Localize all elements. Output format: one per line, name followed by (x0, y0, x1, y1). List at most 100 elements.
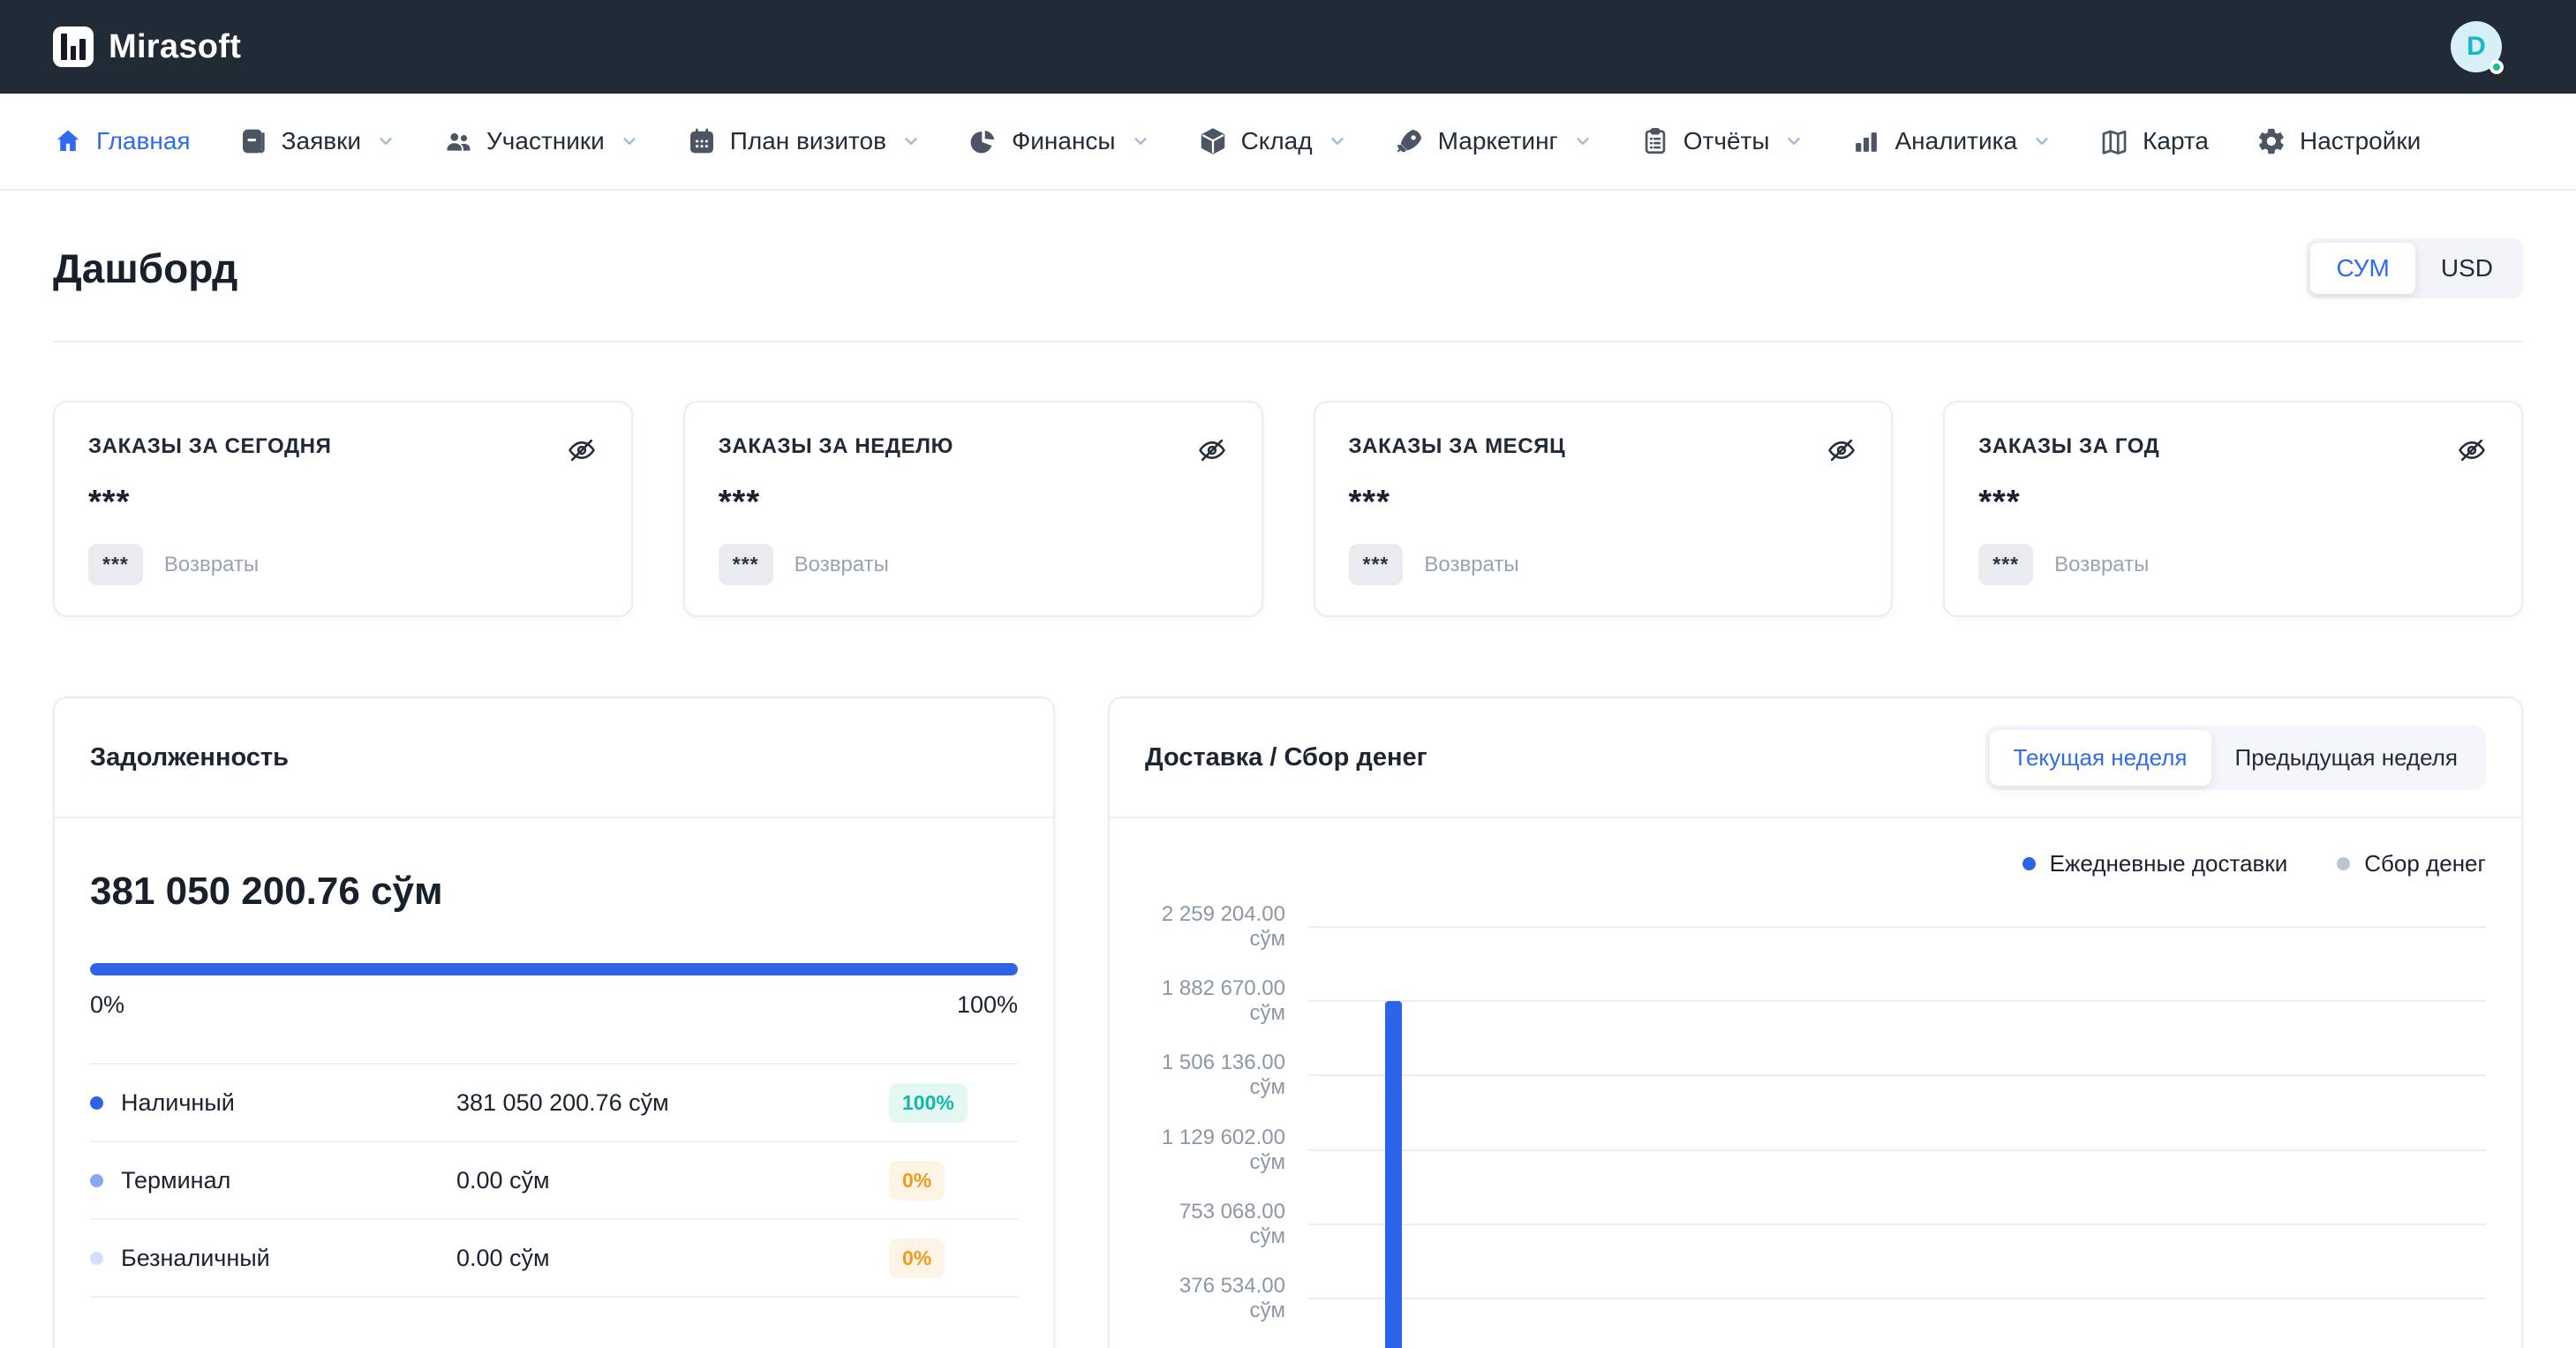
debt-row-value: 381 050 200.76 сўм (456, 1089, 889, 1117)
deliveries-legend-dot (2022, 857, 2036, 870)
participants-icon (443, 126, 473, 156)
returns-label: Возвраты (795, 553, 889, 577)
chevron-down-icon (1784, 132, 1804, 151)
debt-row-terminal: Терминал 0.00 сўм 0% (90, 1142, 1018, 1220)
stat-card-orders-week: ЗАКАЗЫ ЗА НЕДЕЛЮ *** *** Возвраты (683, 401, 1263, 617)
chevron-down-icon (1131, 132, 1150, 151)
y-axis-tick: 376 534.00 сўм (1145, 1274, 1308, 1323)
stat-card-title: ЗАКАЗЫ ЗА НЕДЕЛЮ (719, 434, 953, 459)
returns-label: Возвраты (164, 553, 259, 577)
home-icon (53, 126, 83, 156)
main-content: Дашборд СУМ USD ЗАКАЗЫ ЗА СЕГОДНЯ *** **… (0, 191, 2576, 1348)
debt-row-value: 0.00 сўм (456, 1245, 889, 1272)
debt-panel-title: Задолженность (90, 743, 289, 772)
debt-panel: Задолженность 381 050 200.76 сўм 0% 100%… (53, 697, 1055, 1348)
returns-label: Возвраты (1424, 553, 1518, 577)
returns-value-pill: *** (719, 544, 773, 585)
debt-progress-bar (90, 963, 1018, 975)
brand-name: Mirasoft (109, 28, 241, 66)
debt-progress-fill (90, 963, 1018, 975)
avatar-initial: D (2467, 32, 2486, 62)
bottom-panels-row: Задолженность 381 050 200.76 сўм 0% 100%… (53, 697, 2523, 1348)
bar-chart-plot: 2 259 204.00 сўм 1 882 670.00 сўм 1 506 … (1145, 927, 2486, 1342)
deliveries-bar[interactable] (1385, 1001, 1402, 1348)
nav-item-participants[interactable]: Участники (443, 126, 639, 156)
currency-toggle: СУМ USD (2306, 238, 2523, 298)
brand-logo[interactable]: Mirasoft (53, 26, 241, 67)
delivery-panel: Доставка / Сбор денег Текущая неделя Пре… (1108, 697, 2523, 1348)
debt-row-cashless: Безналичный 0.00 сўм 0% (90, 1220, 1018, 1298)
nav-item-finance[interactable]: Финансы (968, 126, 1150, 156)
returns-value-pill: *** (1978, 544, 2033, 585)
delivery-panel-title: Доставка / Сбор денег (1145, 743, 1427, 772)
debt-row-value: 0.00 сўм (456, 1167, 889, 1194)
stat-card-orders-month: ЗАКАЗЫ ЗА МЕСЯЦ *** *** Возвраты (1314, 401, 1894, 617)
y-axis-tick: 1 882 670.00 сўм (1145, 976, 1308, 1026)
legend-item-collection[interactable]: Сбор денег (2337, 850, 2486, 877)
stat-cards-row: ЗАКАЗЫ ЗА СЕГОДНЯ *** *** Возвраты ЗАКАЗ… (53, 401, 2523, 617)
week-tabs: Текущая неделя Предыдущая неделя (1985, 726, 2486, 790)
legend-item-deliveries[interactable]: Ежедневные доставки (2022, 850, 2288, 877)
returns-value-pill: *** (88, 544, 143, 585)
nav-item-warehouse[interactable]: Склад (1198, 126, 1347, 156)
collection-legend-dot (2337, 857, 2350, 870)
gridline: 753 068.00 сўм (1145, 1207, 2486, 1242)
gridline: 1 129 602.00 сўм (1145, 1133, 2486, 1168)
online-status-dot (2489, 60, 2504, 74)
chevron-down-icon (1573, 132, 1593, 151)
chevron-down-icon (2032, 132, 2052, 151)
settings-icon (2256, 126, 2286, 156)
debt-row-cash: Наличный 381 050 200.76 сўм 100% (90, 1065, 1018, 1142)
stat-card-orders-year: ЗАКАЗЫ ЗА ГОД *** *** Возвраты (1943, 401, 2523, 617)
debt-row-percent-badge: 0% (889, 1161, 945, 1201)
tab-previous-week[interactable]: Предыдущая неделя (2211, 730, 2482, 786)
eye-off-icon[interactable] (1826, 434, 1857, 466)
debt-breakdown-list: Наличный 381 050 200.76 сўм 100% Термина… (90, 1063, 1018, 1298)
gridline: 376 534.00 сўм (1145, 1281, 2486, 1316)
y-axis-tick: 753 068.00 сўм (1145, 1200, 1308, 1249)
stat-card-value: *** (88, 484, 598, 522)
title-divider (53, 341, 2523, 343)
eye-off-icon[interactable] (566, 434, 598, 466)
analytics-icon (1851, 126, 1881, 156)
user-avatar[interactable]: D (2451, 21, 2502, 72)
currency-option-sum[interactable]: СУМ (2310, 243, 2414, 294)
nav-item-visit-plan[interactable]: План визитов (687, 126, 921, 156)
scale-min-label: 0% (90, 991, 124, 1019)
debt-row-percent-badge: 100% (889, 1083, 968, 1123)
cash-dot (90, 1096, 103, 1110)
nav-item-settings[interactable]: Настройки (2256, 126, 2421, 156)
eye-off-icon[interactable] (2456, 434, 2488, 466)
page-title-row: Дашборд СУМ USD (53, 191, 2523, 298)
nav-item-marketing[interactable]: Маркетинг (1395, 126, 1593, 156)
returns-label: Возвраты (2054, 553, 2149, 577)
stat-card-title: ЗАКАЗЫ ЗА СЕГОДНЯ (88, 434, 331, 459)
gridline: 1 882 670.00 сўм (1145, 983, 2486, 1019)
nav-item-analytics[interactable]: Аналитика (1851, 126, 2052, 156)
orders-icon (238, 126, 268, 156)
nav-item-map[interactable]: Карта (2099, 126, 2209, 156)
chart-legend: Ежедневные доставки Сбор денег (1145, 850, 2486, 877)
y-axis-tick: 1 129 602.00 сўм (1145, 1126, 1308, 1175)
chevron-down-icon (620, 132, 639, 151)
tab-current-week[interactable]: Текущая неделя (1990, 730, 2211, 786)
gridline: 1 506 136.00 сўм (1145, 1058, 2486, 1093)
stat-card-value: *** (1978, 484, 2488, 522)
nav-item-reports[interactable]: Отчёты (1640, 126, 1804, 156)
nav-item-home[interactable]: Главная (53, 126, 191, 156)
nav-item-orders[interactable]: Заявки (238, 126, 395, 156)
scale-max-label: 100% (957, 991, 1018, 1019)
gridline: 2 259 204.00 сўм (1145, 909, 2486, 945)
chevron-down-icon (901, 132, 921, 151)
marketing-icon (1395, 126, 1425, 156)
currency-option-usd[interactable]: USD (2415, 243, 2519, 294)
stat-card-title: ЗАКАЗЫ ЗА МЕСЯЦ (1349, 434, 1566, 459)
main-nav: Главная Заявки Участники План визитов (0, 94, 2576, 191)
reports-icon (1640, 126, 1670, 156)
finance-icon (968, 126, 998, 156)
stat-card-orders-today: ЗАКАЗЫ ЗА СЕГОДНЯ *** *** Возвраты (53, 401, 633, 617)
y-axis-tick: 2 259 204.00 сўм (1145, 902, 1308, 952)
app-header: Mirasoft D (0, 0, 2576, 94)
eye-off-icon[interactable] (1196, 434, 1228, 466)
chevron-down-icon (1328, 132, 1347, 151)
